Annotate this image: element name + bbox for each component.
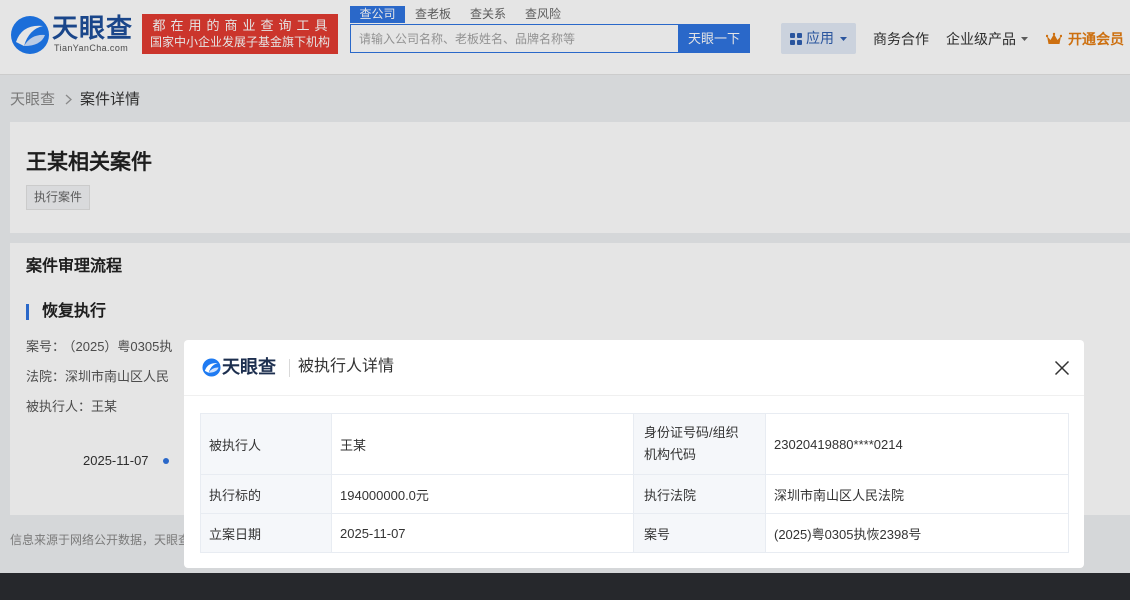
modal-title: 被执行人详情 bbox=[298, 358, 395, 375]
detail-table: 被执行人 王某 身份证号码/组织机构代码 23020419880****0214… bbox=[200, 413, 1069, 553]
detail-label-cell: 执行法院 bbox=[633, 474, 766, 514]
tianyancha-logo-icon bbox=[202, 358, 221, 377]
table-row: 被执行人 王某 身份证号码/组织机构代码 23020419880****0214 bbox=[200, 413, 1069, 475]
executed-person-label: 被执行人 bbox=[209, 437, 262, 453]
execution-court-label: 执行法院 bbox=[644, 487, 697, 503]
detail-value-cell: 深圳市南山区人民法院 bbox=[765, 474, 1069, 514]
detail-value-cell: 194000000.0元 bbox=[331, 474, 634, 514]
case-number-label: 案号 bbox=[644, 526, 671, 542]
detail-value-cell: 2025-11-07 bbox=[331, 513, 634, 553]
detail-label-cell: 身份证号码/组织机构代码 bbox=[633, 413, 766, 475]
id-number-label: 身份证号码/组织机构代码 bbox=[644, 425, 739, 462]
executed-person-detail-modal: 天眼查 被执行人详情 被执行人 王某 身份证号码/组织机构代码 23020419… bbox=[184, 340, 1084, 568]
modal-header: 天眼查 被执行人详情 bbox=[184, 340, 1084, 396]
case-number-value: (2025)粤0305执恢2398号 bbox=[774, 526, 922, 542]
execution-court-value: 深圳市南山区人民法院 bbox=[774, 487, 905, 503]
execution-amount-label: 执行标的 bbox=[209, 487, 262, 503]
executed-person-value: 王某 bbox=[340, 437, 367, 453]
detail-label-cell: 案号 bbox=[633, 513, 766, 553]
detail-value-cell: (2025)粤0305执恢2398号 bbox=[765, 513, 1069, 553]
table-row: 立案日期 2025-11-07 案号 (2025)粤0305执恢2398号 bbox=[200, 513, 1069, 553]
id-number-value: 23020419880****0214 bbox=[774, 436, 903, 452]
detail-value-cell: 王某 bbox=[331, 413, 634, 475]
filing-date-value: 2025-11-07 bbox=[340, 525, 406, 541]
modal-logo-text: 天眼查 bbox=[222, 357, 276, 377]
filing-date-label: 立案日期 bbox=[209, 526, 262, 542]
detail-label-cell: 立案日期 bbox=[200, 513, 332, 553]
detail-label-cell: 执行标的 bbox=[200, 474, 332, 514]
execution-amount-value: 194000000.0元 bbox=[340, 487, 429, 503]
table-row: 执行标的 194000000.0元 执行法院 深圳市南山区人民法院 bbox=[200, 474, 1069, 514]
detail-value-cell: 23020419880****0214 bbox=[765, 413, 1069, 475]
modal-header-divider bbox=[289, 359, 290, 377]
detail-label-cell: 被执行人 bbox=[200, 413, 332, 475]
close-icon[interactable] bbox=[1054, 360, 1070, 376]
